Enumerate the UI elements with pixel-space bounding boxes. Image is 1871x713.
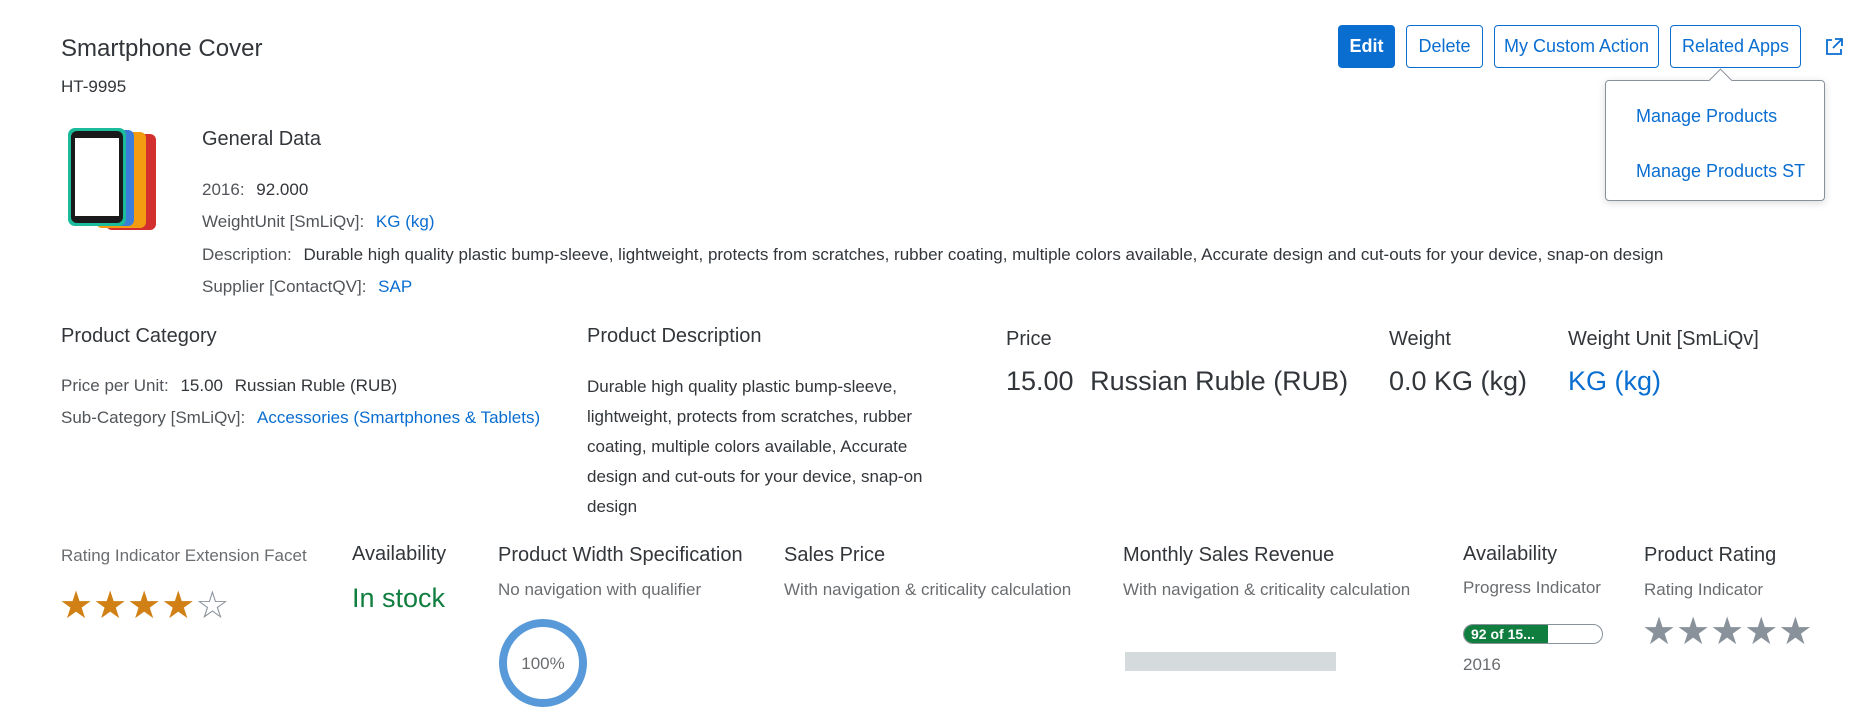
- price-per-unit-label: Price per Unit:: [61, 376, 169, 395]
- product-description-text: Durable high quality plastic bump-sleeve…: [587, 372, 922, 522]
- availability-progress-year: 2016: [1463, 655, 1501, 674]
- year-value: 92.000: [256, 180, 309, 199]
- delete-button[interactable]: Delete: [1406, 25, 1483, 68]
- weight-unit-kpi-link[interactable]: KG (kg): [1568, 366, 1661, 397]
- popover-arrow: [1708, 68, 1733, 93]
- star-filled-icon: ★: [127, 585, 162, 627]
- availability-progress-indicator[interactable]: 92 of 15...: [1463, 624, 1603, 644]
- width-spec-value: 100%: [521, 654, 565, 673]
- weight-unit-kpi-title: Weight Unit [SmLiQv]: [1568, 328, 1759, 350]
- price-kpi-currency: Russian Ruble (RUB): [1090, 366, 1349, 396]
- year-label: 2016:: [202, 180, 245, 199]
- weight-unit-row: WeightUnit [SmLiQv]: KG (kg): [202, 212, 434, 232]
- description-line: Durable high quality plastic bump-sleeve…: [587, 377, 897, 396]
- availability-title: Availability: [352, 543, 447, 565]
- general-data-year-row: 2016: 92.000: [202, 180, 308, 200]
- star-empty-icon: ★: [1642, 611, 1677, 653]
- menu-item-manage-products-st[interactable]: Manage Products ST: [1636, 161, 1805, 182]
- my-custom-action-button[interactable]: My Custom Action: [1494, 25, 1659, 68]
- availability-progress-subtitle: Progress Indicator: [1463, 578, 1601, 597]
- related-apps-popover: Manage Products Manage Products ST: [1605, 68, 1825, 201]
- availability-status: In stock: [352, 583, 446, 613]
- weight-kpi-title: Weight: [1389, 328, 1451, 350]
- width-spec-radial-chart[interactable]: 100%: [498, 618, 588, 708]
- star-empty-icon: ★: [1676, 611, 1711, 653]
- page-subtitle: HT-9995: [61, 77, 127, 96]
- star-filled-icon: ★: [161, 585, 196, 627]
- rating-ext-title: Rating Indicator Extension Facet: [61, 546, 307, 565]
- product-rating-stars[interactable]: ★★★★★: [1642, 613, 1812, 651]
- description-label: Description:: [202, 245, 292, 264]
- weight-kpi-value: 0.0 KG (kg): [1389, 366, 1528, 396]
- description-line: coating, multiple colors available, Accu…: [587, 437, 908, 456]
- supplier-label: Supplier [ContactQV]:: [202, 277, 367, 296]
- page-title: Smartphone Cover: [61, 35, 263, 62]
- description-row: Description: Durable high quality plasti…: [202, 245, 1663, 265]
- availability-progress-title: Availability: [1463, 543, 1558, 565]
- product-description-title: Product Description: [587, 325, 762, 347]
- price-kpi-title: Price: [1006, 328, 1052, 350]
- monthly-revenue-subtitle: With navigation & criticality calculatio…: [1123, 580, 1411, 599]
- supplier-link[interactable]: SAP: [378, 277, 412, 296]
- product-image: [66, 126, 161, 232]
- weight-unit-label: WeightUnit [SmLiQv]:: [202, 212, 365, 231]
- star-empty-icon: ☆: [195, 585, 230, 627]
- edit-button[interactable]: Edit: [1338, 25, 1395, 68]
- star-empty-icon: ★: [1744, 611, 1779, 653]
- star-empty-icon: ★: [1710, 611, 1745, 653]
- price-per-unit-row: Price per Unit: 15.00 Russian Ruble (RUB…: [61, 376, 397, 396]
- product-rating-title: Product Rating: [1644, 544, 1777, 566]
- general-data-title: General Data: [202, 128, 321, 150]
- description-line: design: [587, 497, 638, 516]
- product-category-title: Product Category: [61, 325, 217, 347]
- star-filled-icon: ★: [93, 585, 128, 627]
- sub-category-link[interactable]: Accessories (Smartphones & Tablets): [257, 408, 540, 427]
- star-filled-icon: ★: [59, 585, 94, 627]
- price-per-unit-value: 15.00: [180, 376, 223, 395]
- monthly-revenue-title: Monthly Sales Revenue: [1123, 544, 1335, 566]
- rating-ext-stars: ★★★★☆: [59, 587, 229, 625]
- supplier-row: Supplier [ContactQV]: SAP: [202, 277, 412, 297]
- weight-unit-link[interactable]: KG (kg): [376, 212, 435, 231]
- sales-price-subtitle: With navigation & criticality calculatio…: [784, 580, 1072, 599]
- description-line: lightweight, protects from scratches, ru…: [587, 407, 913, 426]
- product-rating-subtitle: Rating Indicator: [1644, 580, 1764, 599]
- sub-category-label: Sub-Category [SmLiQv]:: [61, 408, 246, 427]
- menu-item-manage-products[interactable]: Manage Products: [1636, 106, 1777, 127]
- sub-category-row: Sub-Category [SmLiQv]: Accessories (Smar…: [61, 408, 540, 428]
- width-spec-subtitle: No navigation with qualifier: [498, 580, 702, 599]
- description-value: Durable high quality plastic bump-sleeve…: [303, 245, 1664, 264]
- related-apps-button[interactable]: Related Apps: [1670, 25, 1801, 68]
- star-empty-icon: ★: [1778, 611, 1813, 653]
- monthly-revenue-bar[interactable]: [1125, 652, 1336, 671]
- description-line: design and cut-outs for your device, sna…: [587, 467, 923, 486]
- sales-price-title: Sales Price: [784, 544, 886, 566]
- price-kpi-value: 15.00 Russian Ruble (RUB): [1006, 366, 1348, 397]
- progress-fill: 92 of 15...: [1464, 625, 1549, 643]
- price-kpi-number: 15.00: [1006, 366, 1074, 396]
- share-icon[interactable]: [1823, 36, 1845, 58]
- width-spec-title: Product Width Specification: [498, 544, 743, 566]
- price-per-unit-currency: Russian Ruble (RUB): [234, 376, 398, 395]
